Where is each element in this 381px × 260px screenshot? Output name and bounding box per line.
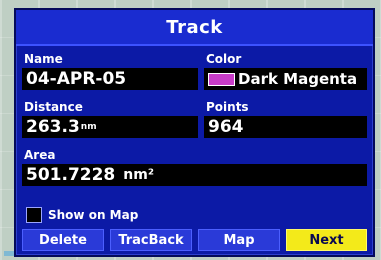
distance-unit: nm (80, 121, 97, 132)
dialog-title: Track (166, 16, 223, 38)
next-button[interactable]: Next (286, 229, 367, 251)
points-value: 964 (208, 117, 244, 137)
color-value: Dark Magenta (238, 70, 358, 88)
area-value: 501.7228 (26, 165, 116, 185)
points-label: Points (206, 100, 249, 114)
color-label: Color (206, 52, 242, 66)
area-label: Area (24, 148, 56, 162)
name-field[interactable]: 04-APR-05 (22, 68, 198, 90)
points-field: 964 (204, 116, 367, 138)
tracback-button[interactable]: TracBack (110, 229, 192, 251)
distance-field: 263.3 nm (22, 116, 198, 138)
distance-label: Distance (24, 100, 83, 114)
color-field[interactable]: Dark Magenta (204, 68, 367, 90)
show-on-map-checkbox[interactable] (26, 207, 42, 223)
show-on-map-label: Show on Map (48, 208, 139, 222)
color-swatch (208, 72, 235, 86)
name-label: Name (24, 52, 63, 66)
name-value: 04-APR-05 (26, 69, 127, 89)
area-unit: nm² (123, 167, 154, 183)
map-button[interactable]: Map (198, 229, 280, 251)
area-field: 501.7228 nm² (22, 164, 367, 186)
distance-value: 263.3 (26, 117, 80, 137)
title-bar: Track (16, 10, 373, 46)
delete-button[interactable]: Delete (22, 229, 104, 251)
track-dialog: Track Name 04-APR-05 Color Dark Magenta … (14, 8, 375, 257)
